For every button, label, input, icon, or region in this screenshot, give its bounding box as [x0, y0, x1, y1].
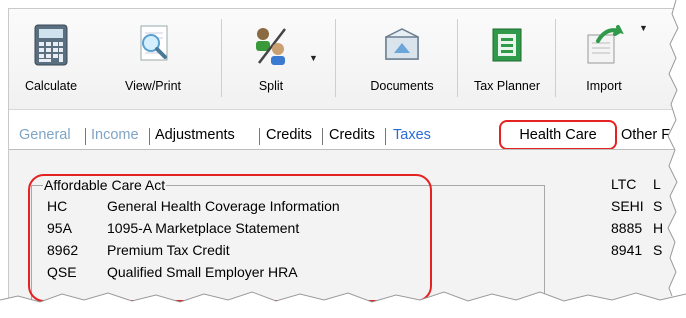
torn-edge-decoration	[0, 0, 686, 318]
